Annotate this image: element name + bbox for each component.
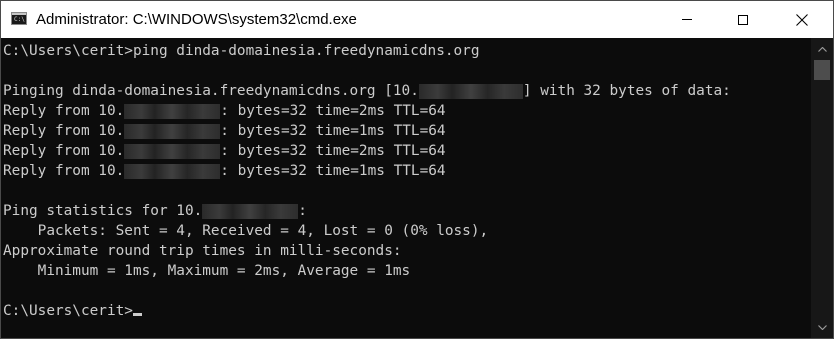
minimize-button[interactable]	[664, 1, 710, 38]
text-cursor	[132, 313, 142, 316]
chevron-down-icon	[817, 324, 827, 330]
scroll-up-button[interactable]	[811, 40, 833, 58]
minimize-icon	[682, 19, 692, 20]
console-line-command: C:\Users\cerit>ping dinda-domainesia.fre…	[3, 43, 480, 59]
reply-suffix: : bytes=32 time=2ms TTL=64	[220, 103, 446, 119]
console-line-pinging: Pinging dinda-domainesia.freedynamicdns.…	[3, 81, 811, 101]
prompt-text: C:\Users\cerit>	[3, 303, 133, 319]
close-button[interactable]	[779, 1, 825, 38]
cmd-icon-glyph: C:\	[14, 16, 25, 23]
statistics-suffix: :	[298, 203, 307, 219]
console-line-rtt-header: Approximate round trip times in milli-se…	[3, 243, 402, 259]
console-output[interactable]: C:\Users\cerit>ping dinda-domainesia.fre…	[1, 38, 811, 338]
vertical-scrollbar[interactable]	[811, 38, 833, 338]
reply-suffix: : bytes=32 time=2ms TTL=64	[220, 143, 446, 159]
redacted-ip-block	[124, 124, 221, 139]
statistics-prefix: Ping statistics for 10.	[3, 203, 203, 219]
scroll-down-button[interactable]	[811, 318, 833, 336]
reply-prefix: Reply from 10.	[3, 123, 125, 139]
reply-prefix: Reply from 10.	[3, 163, 125, 179]
console-line-reply: Reply from 10. : bytes=32 time=2ms TTL=64	[3, 101, 811, 121]
console-line-rtt-values: Minimum = 1ms, Maximum = 2ms, Average = …	[3, 263, 411, 279]
console-line-statistics: Ping statistics for 10.:	[3, 201, 811, 221]
scrollbar-thumb[interactable]	[814, 60, 830, 80]
console-line-reply: Reply from 10. : bytes=32 time=1ms TTL=64	[3, 161, 811, 181]
console-line-reply: Reply from 10. : bytes=32 time=2ms TTL=64	[3, 141, 811, 161]
redacted-ip-block	[124, 164, 221, 179]
console-line-blank	[3, 181, 811, 201]
redacted-ip-block	[124, 104, 221, 119]
console-line-reply: Reply from 10. : bytes=32 time=1ms TTL=64	[3, 121, 811, 141]
redacted-ip-block	[202, 204, 299, 219]
reply-suffix: : bytes=32 time=1ms TTL=64	[220, 123, 446, 139]
redacted-ip-block	[418, 84, 523, 99]
console-line-blank	[3, 61, 811, 81]
reply-suffix: : bytes=32 time=1ms TTL=64	[220, 163, 446, 179]
console-line-prompt[interactable]: C:\Users\cerit>	[3, 301, 811, 321]
reply-prefix: Reply from 10.	[3, 103, 125, 119]
console-line-blank	[3, 281, 811, 301]
maximize-icon	[738, 14, 748, 25]
console-line-packets: Packets: Sent = 4, Received = 4, Lost = …	[3, 223, 489, 239]
pinging-suffix: ] with 32 bytes of data:	[522, 83, 731, 99]
redacted-ip-block	[124, 144, 221, 159]
cmd-window: C:\ Administrator: C:\WINDOWS\system32\c…	[0, 0, 834, 339]
title-bar[interactable]: C:\ Administrator: C:\WINDOWS\system32\c…	[1, 1, 833, 38]
chevron-up-icon	[817, 46, 827, 52]
maximize-button[interactable]	[720, 1, 766, 38]
pinging-prefix: Pinging dinda-domainesia.freedynamicdns.…	[3, 83, 419, 99]
window-title: Administrator: C:\WINDOWS\system32\cmd.e…	[36, 11, 357, 28]
reply-prefix: Reply from 10.	[3, 143, 125, 159]
cmd-app-icon[interactable]: C:\	[11, 12, 27, 25]
close-icon	[796, 13, 808, 26]
